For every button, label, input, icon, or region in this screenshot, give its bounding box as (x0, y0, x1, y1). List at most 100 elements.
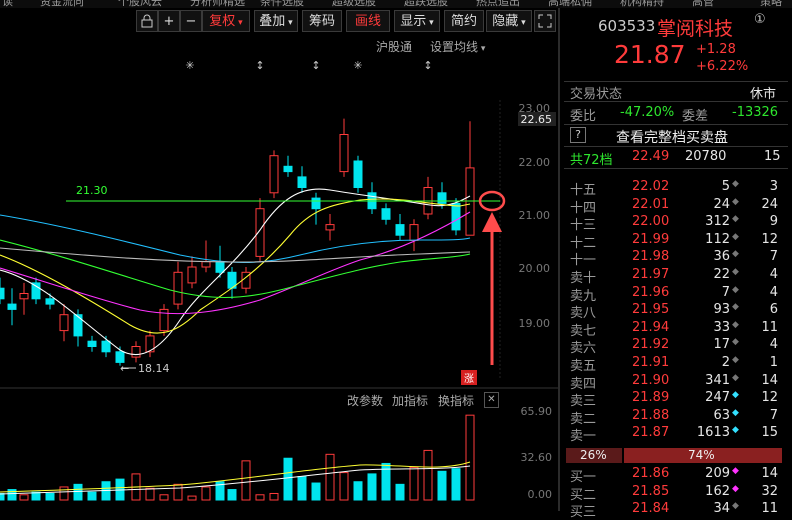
weicha-label: 委差 (682, 109, 709, 124)
ask-price: 21.96 (632, 284, 670, 300)
price-axis-label: 22.00 (519, 156, 551, 169)
candle-body (215, 261, 225, 273)
ask-row[interactable]: 卖七 21.94 33 ◆ 11 (560, 319, 792, 339)
volume-axis-label: 0.00 (528, 488, 553, 501)
ask-row[interactable]: 卖一 21.87 1613 ◆ 15 (560, 425, 792, 444)
ask-price: 22.02 (632, 179, 670, 194)
ask-row[interactable]: 卖八 21.95 93 ◆ 6 (560, 302, 792, 321)
diamond-icon: ◆ (732, 390, 739, 401)
stock-price: 21.87 (614, 40, 686, 69)
ask-count: 15 (761, 425, 778, 441)
candle-body (173, 271, 183, 305)
ask-level-label: 卖七 (570, 323, 597, 339)
low-label: 18.14 (138, 362, 170, 375)
divider (564, 124, 788, 125)
ask-row[interactable]: 卖十 21.97 22 ◆ 4 (560, 267, 792, 286)
ask-volume: 341 (705, 372, 730, 388)
bid-row[interactable]: 买二 21.85 162 ◆ 32 (560, 483, 792, 503)
ask-row[interactable]: 卖五 21.91 2 ◆ 1 (560, 355, 792, 374)
stock-change: +1.28 (696, 42, 736, 57)
ask-volume: 36 (713, 249, 730, 265)
ask-row[interactable]: 卖二 21.88 63 ◆ 7 (560, 407, 792, 427)
kline-chart[interactable]: 21.30 ← 18.14 23.00 22.65 22.00 21.00 20… (0, 0, 558, 511)
volume-bar (201, 486, 211, 501)
bid-row[interactable]: 买三 21.84 34 ◆ 11 (560, 501, 792, 520)
ask-row[interactable]: 十五 22.02 5 ◆ 3 (560, 179, 792, 198)
ask-row[interactable]: 十一 21.98 36 ◆ 7 (560, 249, 792, 268)
weibi-value: -47.20% (620, 105, 675, 120)
event-marker[interactable]: ✳ (185, 59, 194, 72)
event-marker[interactable]: ↕ (423, 59, 432, 72)
volume-axis-label: 32.60 (521, 451, 553, 464)
candle-body (255, 208, 265, 257)
candle-body (115, 351, 125, 363)
ask-volume: 33 (713, 319, 730, 335)
volume-bar (187, 495, 197, 501)
current-price-tag: 22.65 (521, 113, 553, 126)
diamond-icon: ◆ (732, 196, 739, 207)
bid-price: 21.86 (632, 466, 670, 481)
volume-bar (409, 466, 419, 501)
price-axis-label: 20.00 (519, 262, 551, 275)
event-marker[interactable]: ✳ (353, 59, 362, 72)
volume-bar (19, 494, 29, 501)
ask-count: 4 (769, 267, 778, 282)
volume-bar (173, 483, 183, 501)
volume-bar (325, 453, 335, 501)
volume-bar (45, 492, 55, 501)
bid-volume: 34 (713, 501, 730, 517)
volume-bar (59, 486, 69, 501)
full-book-link[interactable]: 查看完整档买卖盘 (616, 127, 728, 147)
ask-price: 21.94 (632, 319, 670, 335)
ask-price: 21.89 (632, 390, 670, 406)
ask-row[interactable]: 十三 22.00 312 ◆ 9 (560, 214, 792, 234)
candle-body (31, 282, 41, 300)
nav-item[interactable]: 策略 (760, 0, 782, 8)
diamond-icon: ◆ (732, 284, 739, 295)
event-marker[interactable]: ↕ (311, 59, 320, 72)
bid-row[interactable]: 买一 21.86 209 ◆ 14 (560, 466, 792, 485)
nav-item[interactable]: 高管 (692, 0, 714, 8)
bid-count: 14 (761, 466, 778, 481)
candles-group (0, 118, 475, 366)
volume-bars-group (0, 414, 475, 501)
candle-body (87, 340, 97, 348)
ask-volume: 24 (713, 196, 730, 212)
ask-level-label: 卖二 (570, 411, 597, 427)
divider (564, 81, 788, 82)
ask-row[interactable]: 十四 22.01 24 ◆ 24 (560, 196, 792, 216)
ask-level-label: 十三 (570, 218, 597, 234)
ask-volume: 17 (713, 337, 730, 353)
ask-row[interactable]: 十二 21.99 112 ◆ 12 (560, 232, 792, 251)
ask-volume: 22 (713, 267, 730, 282)
diamond-icon: ◆ (732, 337, 739, 348)
bid-price: 21.84 (632, 501, 670, 517)
volume-bar (353, 481, 363, 501)
stock-change-pct: +6.22% (696, 59, 749, 74)
volume-bar (297, 476, 307, 501)
diamond-icon: ◆ (732, 483, 739, 494)
ask-count: 14 (761, 372, 778, 388)
volume-bar (145, 487, 155, 501)
diamond-icon: ◆ (732, 319, 739, 330)
ask-row[interactable]: 卖六 21.92 17 ◆ 4 (560, 337, 792, 356)
diamond-icon: ◆ (732, 267, 739, 277)
event-marker[interactable]: ↕ (255, 59, 264, 72)
candle-body (73, 314, 83, 337)
candle-body (339, 134, 349, 173)
buy-ratio: 74% (688, 448, 715, 462)
ask-price: 21.88 (632, 407, 670, 423)
help-icon[interactable]: ? (570, 127, 586, 143)
ask-level-label: 十二 (570, 235, 597, 251)
volume-bar (311, 482, 321, 501)
hline-label: 21.30 (76, 184, 108, 197)
ask-volume: 2 (721, 355, 730, 370)
ask-row[interactable]: 卖三 21.89 247 ◆ 12 (560, 390, 792, 409)
ask-count: 7 (769, 407, 778, 423)
nav-item[interactable]: 机构精持 (620, 0, 664, 8)
ask-row[interactable]: 卖四 21.90 341 ◆ 14 (560, 372, 792, 392)
ask-count: 11 (761, 319, 778, 335)
ask-row[interactable]: 卖九 21.96 7 ◆ 4 (560, 284, 792, 304)
total-levels-count: 15 (764, 149, 781, 164)
candle-body (297, 176, 307, 188)
